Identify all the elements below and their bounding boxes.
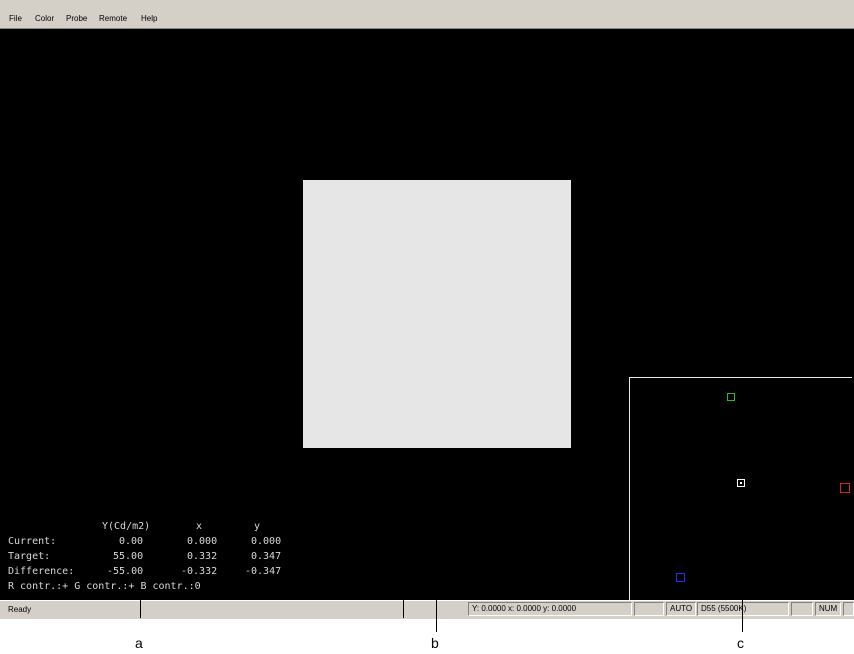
value-luminance: -55.00 — [107, 566, 144, 577]
status-mode: AUTO — [666, 602, 696, 616]
callout-label-b: b — [431, 635, 439, 651]
readout-row-difference: Difference: -55.00 -0.332 -0.347 — [8, 564, 308, 579]
contrast-indicator: R contr.:+ G contr.:+ B contr.:0 — [8, 581, 201, 592]
green-primary-marker — [727, 393, 735, 401]
menu-color[interactable]: Color — [35, 13, 54, 24]
status-illuminant: D55 (5500K) — [697, 602, 789, 616]
header-x: x — [196, 521, 203, 532]
menu-file[interactable]: File — [9, 13, 22, 24]
callout-line-a — [140, 598, 141, 618]
value-x: 0.332 — [187, 551, 218, 562]
status-bar: Ready Y: 0.0000 x: 0.0000 y: 0.0000 AUTO… — [0, 600, 854, 619]
status-pane-blank — [843, 602, 854, 616]
red-primary-marker — [840, 483, 850, 493]
test-patch — [303, 180, 571, 448]
value-x: 0.000 — [187, 536, 218, 547]
callout-line-c — [742, 596, 743, 632]
row-label: Difference: — [8, 566, 75, 577]
row-label: Current: — [8, 536, 57, 547]
status-pane-blank — [634, 602, 664, 616]
value-luminance: 55.00 — [113, 551, 144, 562]
row-label: Target: — [8, 551, 51, 562]
menu-bar: File Color Probe Remote Help — [0, 0, 854, 29]
value-x: -0.332 — [181, 566, 218, 577]
menu-probe[interactable]: Probe — [66, 13, 87, 24]
header-luminance: Y(Cd/m2) — [102, 521, 151, 532]
readout-header-row: Y(Cd/m2) x y — [8, 519, 308, 534]
status-num: NUM — [815, 602, 841, 616]
status-ready-text: Ready — [8, 605, 32, 614]
callout-label-a: a — [135, 635, 143, 651]
menu-remote[interactable]: Remote — [99, 13, 127, 24]
callout-line-b — [403, 598, 404, 618]
readout-row-current: Current: 0.00 0.000 0.000 — [8, 534, 308, 549]
blue-primary-marker — [676, 573, 685, 582]
readout-row-target: Target: 55.00 0.332 0.347 — [8, 549, 308, 564]
value-y: -0.347 — [245, 566, 282, 577]
value-luminance: 0.00 — [119, 536, 144, 547]
status-coordinates: Y: 0.0000 x: 0.0000 y: 0.0000 — [468, 602, 632, 616]
white-point-marker — [737, 479, 745, 487]
status-pane-blank — [791, 602, 813, 616]
value-y: 0.000 — [251, 536, 282, 547]
callout-label-c: c — [737, 635, 744, 651]
chromaticity-panel — [629, 377, 852, 600]
app-window: File Color Probe Remote Help Y(Cd/m2) x … — [0, 0, 854, 619]
header-y: y — [254, 521, 261, 532]
menu-help[interactable]: Help — [141, 13, 157, 24]
measurement-readout: Y(Cd/m2) x y Current: 0.00 0.000 0.000 T… — [8, 519, 308, 594]
display-canvas: Y(Cd/m2) x y Current: 0.00 0.000 0.000 T… — [0, 29, 854, 600]
readout-contrast-row: R contr.:+ G contr.:+ B contr.:0 — [8, 579, 308, 594]
value-y: 0.347 — [251, 551, 282, 562]
callout-line-b-2 — [436, 598, 437, 632]
